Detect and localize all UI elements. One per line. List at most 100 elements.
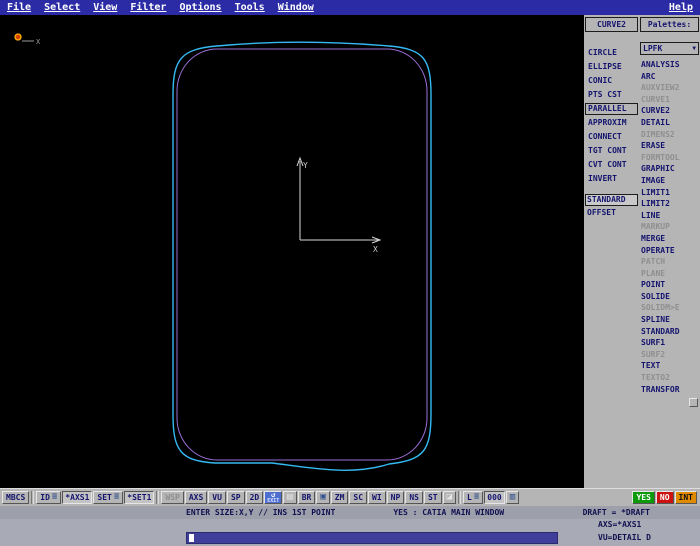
id-value-field[interactable]: *AXS1 [62,491,92,504]
menu-file[interactable]: File [7,0,31,15]
palette-item-limit1[interactable]: LIMIT1 [640,187,699,199]
palettes-title-text: Palettes: [648,20,691,29]
current-axis-label: AXS=*AXS1 [598,520,641,529]
palette-item-image[interactable]: IMAGE [640,175,699,187]
vu-button[interactable]: VU [208,491,226,504]
menu-filter[interactable]: Filter [130,0,166,15]
palette-item-formtool[interactable]: FORMTOOL [640,152,699,164]
curve2-tool-list: CIRCLE ELLIPSE CONIC PTS CST PARALLEL AP… [585,47,638,185]
set-button[interactable]: SET ≡ [93,491,123,504]
menu-help[interactable]: Help [669,0,693,15]
br-button[interactable]: BR [298,491,316,504]
text-cursor [189,534,194,542]
menu-select[interactable]: Select [44,0,80,15]
palette-item-texto2[interactable]: TEXTO2 [640,372,699,384]
curve-tool-ellipse[interactable]: ELLIPSE [585,61,638,73]
curve-tool-circle[interactable]: CIRCLE [585,47,638,59]
mode-offset[interactable]: OFFSET [585,207,638,219]
palette-item-curve1[interactable]: CURVE1 [640,94,699,106]
curve2-panel: CURVE2 CIRCLE ELLIPSE CONIC PTS CST PARA… [585,17,638,220]
palette-scroll-grip[interactable] [689,398,698,407]
menu-icon: ≡ [474,493,479,502]
mode-standard[interactable]: STANDARD [585,194,638,206]
curve-tool-invert[interactable]: INVERT [585,173,638,185]
palettes-panel-title: Palettes: [640,17,699,32]
palette-item-markup[interactable]: MARKUP [640,221,699,233]
pages-button[interactable]: ▤ [283,491,296,504]
mbcs-button[interactable]: MBCS [2,491,29,504]
palette-item-standard[interactable]: STANDARD [640,326,699,338]
toolbar-separator [458,491,461,504]
drawing-canvas[interactable]: Y X X [0,15,584,488]
curve-tool-pts-cst[interactable]: PTS CST [585,89,638,101]
int-button[interactable]: INT [675,491,697,504]
palette-item-solidme[interactable]: SOLIDM>E [640,302,699,314]
palette-item-curve2[interactable]: CURVE2 [640,105,699,117]
db-button[interactable]: ▥ [506,491,519,504]
draft-status: DRAFT = *DRAFT [583,508,650,517]
parallel-curve [177,49,427,460]
palette-item-point[interactable]: POINT [640,279,699,291]
palette-item-plane[interactable]: PLANE [640,268,699,280]
menu-tools[interactable]: Tools [235,0,265,15]
palette-item-text[interactable]: TEXT [640,360,699,372]
axis-y-label: Y [303,161,308,170]
command-input[interactable] [186,532,558,544]
database-icon: ▥ [510,493,515,502]
l-button[interactable]: L ≡ [463,491,483,504]
eraser-button[interactable]: ◪ [443,491,456,504]
curve-tool-parallel[interactable]: PARALLEL [585,103,638,115]
menu-window[interactable]: Window [278,0,314,15]
pages-icon: ▤ [287,493,292,502]
palette-item-arc[interactable]: ARC [640,71,699,83]
palette-item-surf1[interactable]: SURF1 [640,337,699,349]
menubar: File Select View Filter Options Tools Wi… [0,0,700,15]
palette-item-operate[interactable]: OPERATE [640,245,699,257]
cube-button[interactable]: ▣ [316,491,329,504]
st-button[interactable]: ST [424,491,442,504]
palette-item-patch[interactable]: PATCH [640,256,699,268]
palette-item-spline[interactable]: SPLINE [640,314,699,326]
palette-item-detail[interactable]: DETAIL [640,117,699,129]
sc-button[interactable]: SC [349,491,367,504]
palette-item-line[interactable]: LINE [640,210,699,222]
palette-item-dimens2[interactable]: DIMENS2 [640,129,699,141]
palette-item-surf2[interactable]: SURF2 [640,349,699,361]
curve-tool-approxim[interactable]: APPROXIM [585,117,638,129]
curve-tool-cvt-cont[interactable]: CVT CONT [585,159,638,171]
boundary-curve [173,42,431,470]
palette-item-analysis[interactable]: ANALYSIS [640,59,699,71]
id-button[interactable]: ID ≡ [36,491,61,504]
l-value-field[interactable]: 000 [484,491,504,504]
yes-button[interactable]: YES [632,491,654,504]
curve-tool-connect[interactable]: CONNECT [585,131,638,143]
no-button[interactable]: NO [656,491,674,504]
palette-item-limit2[interactable]: LIMIT2 [640,198,699,210]
palette-item-auxview2[interactable]: AUXVIEW2 [640,82,699,94]
sp-button[interactable]: SP [227,491,245,504]
np-button[interactable]: NP [387,491,405,504]
palette-item-erase[interactable]: ERASE [640,140,699,152]
toolbar-separator [31,491,34,504]
menu-options[interactable]: Options [179,0,221,15]
exit-button[interactable]: ↺ EXIT [264,491,282,504]
palette-item-merge[interactable]: MERGE [640,233,699,245]
palette-item-solide[interactable]: SOLIDE [640,291,699,303]
set-value-field[interactable]: *SET1 [124,491,154,504]
palette-selector[interactable]: LPFK ▼ [640,42,699,55]
curve-tool-conic[interactable]: CONIC [585,75,638,87]
current-view-label: VU=DETAIL D [598,533,651,542]
zm-button[interactable]: ZM [331,491,349,504]
menu-icon: ≡ [114,493,119,502]
menu-view[interactable]: View [93,0,117,15]
palette-item-transfor[interactable]: TRANSFOR [640,384,699,396]
axs-button[interactable]: AXS [185,491,207,504]
wi-button[interactable]: WI [368,491,386,504]
origin-marker: X [15,34,41,46]
axis-system [297,158,380,243]
2d-button[interactable]: 2D [246,491,264,504]
curve-tool-tgt-cont[interactable]: TGT CONT [585,145,638,157]
wsp-button[interactable]: WSP [161,491,183,504]
palette-item-graphic[interactable]: GRAPHIC [640,163,699,175]
ns-button[interactable]: NS [405,491,423,504]
